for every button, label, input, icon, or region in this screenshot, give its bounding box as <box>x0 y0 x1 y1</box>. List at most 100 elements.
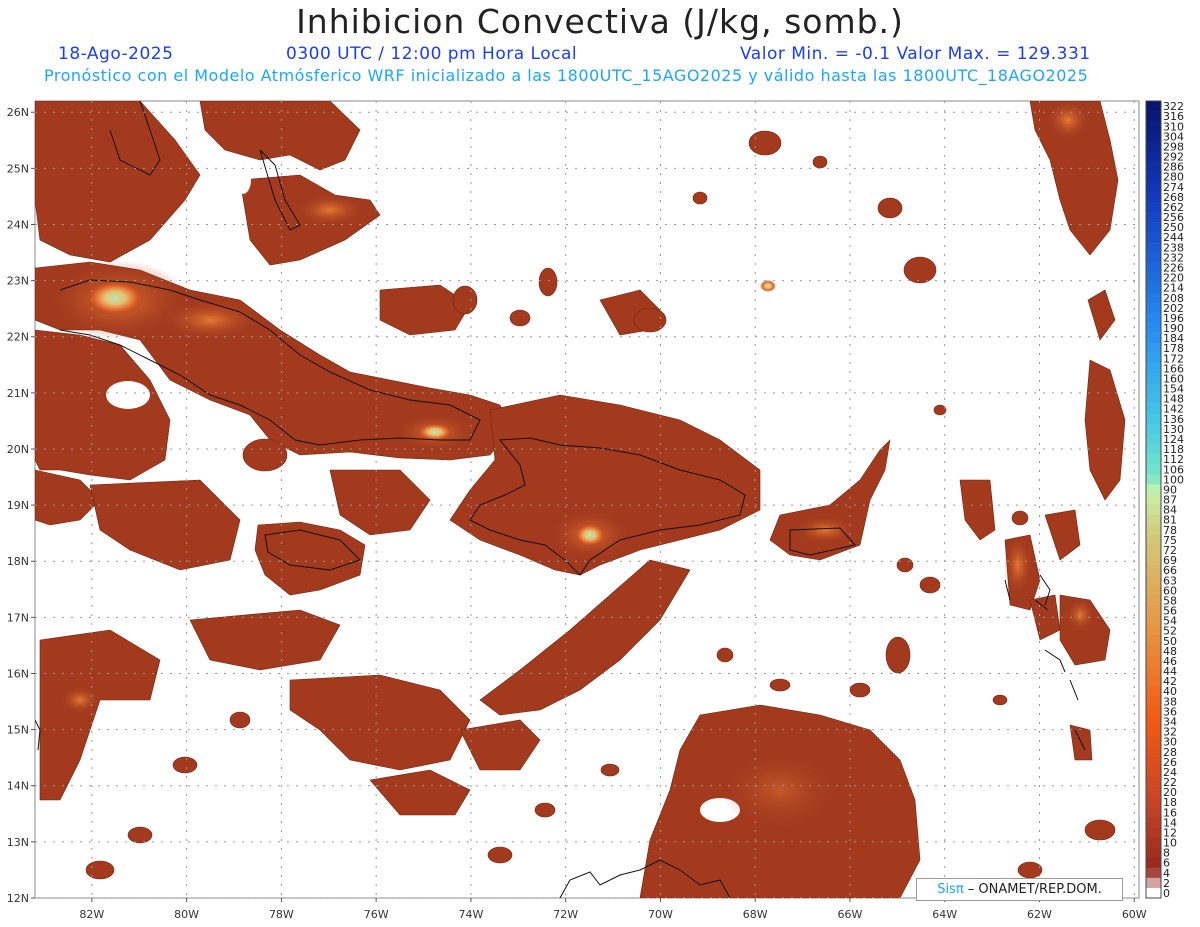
colorbar-swatch <box>1146 524 1161 536</box>
cin-core <box>85 280 145 316</box>
map-figure: 82W 80W 78W 76W 74W 72W 70W 68W 66W 64W 62W 60W 26N… <box>7 100 1184 921</box>
colorbar-swatch <box>1146 454 1161 465</box>
colorbar-swatch <box>1146 262 1161 273</box>
cin-core <box>760 280 776 292</box>
cin-spot <box>538 267 558 297</box>
lat-tick-label: 23N <box>7 275 29 288</box>
cin-spot <box>534 802 556 818</box>
lat-tick-label: 19N <box>7 499 29 512</box>
colorbar-label: 0 <box>1163 887 1170 900</box>
credit-box: Sisπ – ONAMET/REP.DOM. <box>916 878 1123 901</box>
cin-spot <box>1011 510 1029 526</box>
colorbar-swatch <box>1146 807 1161 818</box>
colorbar-swatch <box>1146 655 1161 667</box>
colorbar-swatch <box>1146 151 1161 162</box>
colorbar-swatch <box>1146 343 1161 354</box>
lat-tick-label: 20N <box>7 443 29 456</box>
colorbar-swatch <box>1146 302 1161 314</box>
cin-spot <box>127 826 153 844</box>
cin-core <box>160 300 260 340</box>
colorbar-swatch <box>1146 363 1161 374</box>
lon-tick-label: 80W <box>174 908 199 921</box>
cin-spot <box>992 694 1008 706</box>
lon-tick-label: 64W <box>932 908 957 921</box>
colorbar-swatch <box>1146 554 1161 566</box>
colorbar-swatch <box>1146 635 1161 647</box>
cin-spot <box>692 191 708 205</box>
cin-spot <box>716 647 734 663</box>
colorbar-swatch <box>1146 494 1161 505</box>
lon-tick-label: 72W <box>553 908 578 921</box>
colorbar-swatch <box>1146 726 1161 737</box>
longitude-axis: 82W 80W 78W 76W 74W 72W 70W 68W 66W 64W 62W 60W <box>79 898 1147 921</box>
colorbar-swatch <box>1146 887 1161 899</box>
colorbar-swatch <box>1146 211 1161 223</box>
cin-core <box>795 516 855 544</box>
lat-tick-label: 18N <box>7 555 29 568</box>
cin-core <box>1066 599 1094 631</box>
colorbar-swatch <box>1146 292 1161 304</box>
cin-spot <box>748 130 782 156</box>
cin-spot <box>919 576 941 594</box>
cin-spot <box>1084 819 1116 841</box>
cin-spot <box>509 309 531 327</box>
colorbar-swatch <box>1146 131 1161 142</box>
lat-tick-label: 24N <box>7 218 29 231</box>
cin-core <box>417 423 453 441</box>
colorbar-swatch <box>1146 534 1161 546</box>
colorbar-swatch <box>1146 484 1161 495</box>
colorbar-swatch <box>1146 716 1161 727</box>
lon-tick-label: 66W <box>838 908 863 921</box>
cin-core <box>1046 101 1090 140</box>
colorbar-swatch <box>1146 383 1161 394</box>
lon-tick-label: 60W <box>1122 908 1147 921</box>
colorbar-swatch <box>1146 736 1161 747</box>
lon-tick-label: 74W <box>458 908 483 921</box>
colorbar-swatch <box>1146 877 1161 889</box>
sispi-logo: Sisπ <box>937 882 964 897</box>
cin-spot <box>903 256 937 284</box>
lat-tick-label: 13N <box>7 836 29 849</box>
cin-spot <box>896 557 914 573</box>
colorbar-swatch <box>1146 585 1161 596</box>
colorbar-swatch <box>1146 353 1161 364</box>
cin-spot <box>633 307 667 333</box>
lat-tick-label: 22N <box>7 331 29 344</box>
colorbar-swatch <box>1146 605 1161 616</box>
lat-tick-label: 25N <box>7 162 29 175</box>
colorbar-swatch <box>1146 464 1161 475</box>
colorbar-swatch <box>1146 433 1161 445</box>
colorbar-swatch <box>1146 625 1161 636</box>
colorbar-swatch <box>1146 232 1161 243</box>
colorbar-swatch <box>1146 504 1161 515</box>
colorbar-swatch <box>1146 797 1161 808</box>
cin-core <box>60 686 100 714</box>
cin-core <box>295 194 365 226</box>
colorbar-swatch <box>1146 686 1161 697</box>
cin-spot <box>85 860 115 880</box>
cin-core <box>1004 535 1032 595</box>
colorbar-swatch <box>1146 171 1161 183</box>
colorbar-swatch <box>1146 746 1161 758</box>
colorbar-swatch <box>1146 141 1161 152</box>
cin-hole <box>106 381 150 409</box>
lat-tick-label: 26N <box>7 106 29 119</box>
cin-spot <box>242 438 288 472</box>
cin-core <box>574 523 606 547</box>
colorbar-swatch <box>1146 544 1161 556</box>
colorbar-swatch <box>1146 252 1161 263</box>
colorbar-swatch <box>1146 817 1161 828</box>
cin-spot <box>885 636 911 674</box>
cin-spot <box>172 756 198 774</box>
colorbar-swatch <box>1146 403 1161 415</box>
colorbar-swatch <box>1146 161 1161 172</box>
colorbar-swatch <box>1146 837 1161 848</box>
colorbar-swatch <box>1146 514 1161 526</box>
colorbar-swatch <box>1146 696 1161 707</box>
cin-spot <box>877 197 903 219</box>
lon-tick-label: 82W <box>79 908 104 921</box>
colorbar-swatch <box>1146 181 1161 193</box>
lon-tick-label: 78W <box>269 908 294 921</box>
colorbar-swatch <box>1146 191 1161 203</box>
colorbar-swatch <box>1146 857 1161 869</box>
